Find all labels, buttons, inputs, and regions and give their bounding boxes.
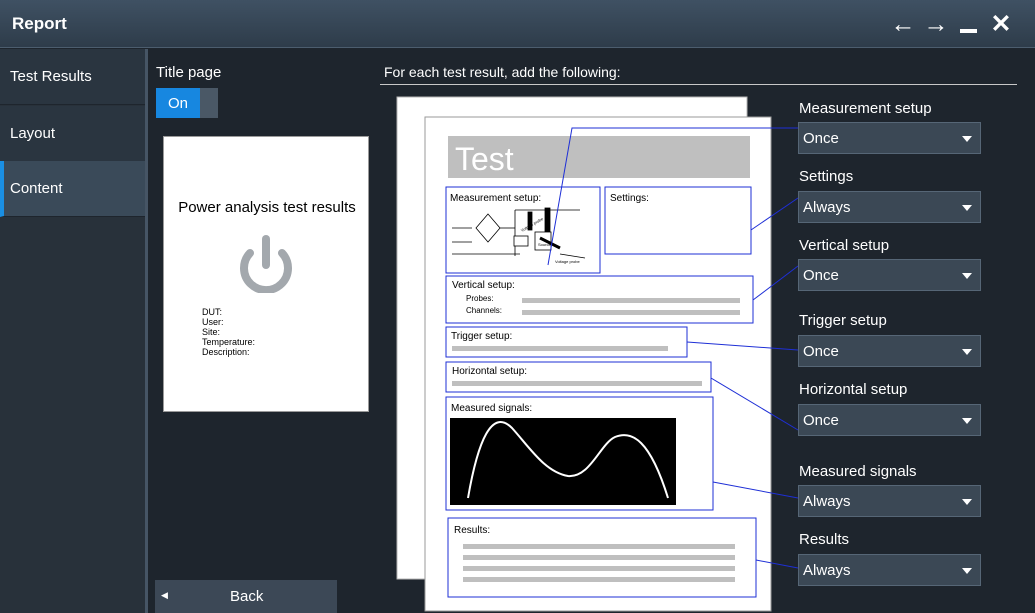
circuit-label: Voltage probe: [555, 259, 580, 264]
measurement-setup-select[interactable]: Once: [798, 122, 981, 154]
measured-signals-label: Measured signals:: [451, 403, 532, 414]
option-label-measured-signals: Measured signals: [799, 463, 917, 480]
report-preview: Test Measurement setup: Voltage probe So…: [396, 96, 799, 612]
trigger-setup-select[interactable]: Once: [798, 335, 981, 367]
horizontal-setup-select[interactable]: Once: [798, 404, 981, 436]
option-label-measurement-setup: Measurement setup: [799, 100, 932, 117]
settings-label: Settings:: [610, 193, 649, 204]
vertical-setup-label: Vertical setup:: [452, 280, 515, 291]
caret-down-icon: [962, 418, 972, 424]
select-value: Once: [803, 343, 839, 360]
option-label-trigger-setup: Trigger setup: [799, 312, 887, 329]
results-select[interactable]: Always: [798, 554, 981, 586]
placeholder-line: [463, 566, 735, 571]
caret-down-icon: [962, 568, 972, 574]
results-label: Results:: [454, 525, 490, 536]
option-label-vertical-setup: Vertical setup: [799, 237, 890, 254]
settings-select[interactable]: Always: [798, 191, 981, 223]
trigger-setup-label: Trigger setup:: [451, 331, 512, 342]
placeholder-line: [522, 310, 740, 315]
placeholder-line: [452, 346, 668, 351]
probes-label: Probes:: [466, 294, 494, 303]
caret-down-icon: [962, 136, 972, 142]
placeholder-line: [463, 555, 735, 560]
vertical-setup-select[interactable]: Once: [798, 259, 981, 291]
select-value: Always: [803, 493, 851, 510]
horizontal-setup-label: Horizontal setup:: [452, 366, 527, 377]
caret-down-icon: [962, 273, 972, 279]
measurement-setup-label: Measurement setup:: [450, 193, 541, 204]
circuit-label: Source: [538, 242, 551, 247]
placeholder-line: [452, 381, 702, 386]
option-label-settings: Settings: [799, 168, 854, 185]
measured-signals-select[interactable]: Always: [798, 485, 981, 517]
select-value: Once: [803, 267, 839, 284]
caret-down-icon: [962, 349, 972, 355]
placeholder-line: [463, 577, 735, 582]
signal-waveform-display: [450, 418, 676, 505]
select-value: Once: [803, 130, 839, 147]
select-value: Always: [803, 199, 851, 216]
channels-label: Channels:: [466, 306, 502, 315]
caret-down-icon: [962, 205, 972, 211]
select-value: Once: [803, 412, 839, 429]
select-value: Always: [803, 562, 851, 579]
placeholder-line: [463, 544, 735, 549]
option-label-horizontal-setup: Horizontal setup: [799, 381, 908, 398]
front-page: [424, 116, 772, 612]
page-title: Test: [455, 141, 514, 177]
caret-down-icon: [962, 499, 972, 505]
option-label-results: Results: [799, 531, 850, 548]
placeholder-line: [522, 298, 740, 303]
